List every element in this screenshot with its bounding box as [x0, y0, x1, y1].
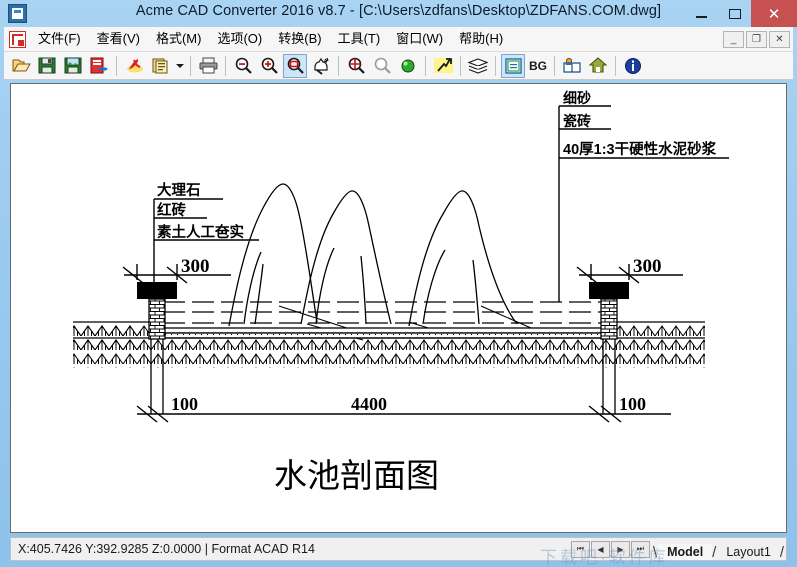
toolbar-separator: [425, 55, 426, 76]
annotation-ceramic-tile: 瓷砖: [563, 113, 591, 129]
minimize-icon: [696, 15, 707, 18]
drawing-canvas[interactable]: 大理石 红砖 素土人工夿实 细砂 瓷砖 40厚1:3干硬性水泥砂浆 300 30…: [10, 83, 787, 533]
about-icon[interactable]: [621, 54, 645, 78]
toolbar-separator: [495, 55, 496, 76]
mdi-close-button[interactable]: ✕: [769, 30, 790, 48]
drawing-title: 水池剖面图: [274, 457, 439, 494]
user-info-icon[interactable]: [560, 54, 584, 78]
menu-convert[interactable]: 转换(B): [270, 28, 329, 50]
toolbar-separator: [338, 55, 339, 76]
zoom-out-icon[interactable]: [231, 54, 255, 78]
quick-run-icon[interactable]: [431, 54, 455, 78]
menu-window[interactable]: 窗口(W): [388, 28, 451, 50]
mdi-restore-button[interactable]: ❐: [746, 30, 767, 48]
maximize-button[interactable]: [718, 0, 751, 27]
tab-model[interactable]: Model: [657, 544, 713, 560]
coordinate-readout: X:405.7426 Y:392.9285 Z:0.0000 | Format …: [18, 542, 315, 556]
close-button[interactable]: ✕: [751, 0, 797, 27]
zoom-previous-icon[interactable]: [370, 54, 394, 78]
annotation-mortar: 40厚1:3干硬性水泥砂浆: [563, 140, 717, 158]
mdi-minimize-button[interactable]: _: [723, 30, 744, 48]
plant-group-1: [228, 183, 318, 327]
window-frame: Acme CAD Converter 2016 v8.7 - [C:\Users…: [0, 0, 797, 567]
acme-cad-icon: [9, 30, 26, 48]
menu-tools[interactable]: 工具(T): [330, 28, 389, 50]
main-toolbar: BG: [4, 52, 793, 80]
zoom-in-icon[interactable]: [257, 54, 281, 78]
dimension-bottom: [136, 405, 671, 423]
window-controls: ✕: [685, 0, 797, 27]
dimension-label-bottom-left: 100: [171, 394, 198, 414]
annotation-marble: 大理石: [157, 181, 201, 199]
save-as-image-icon[interactable]: [61, 54, 85, 78]
dimension-label-bottom-center: 4400: [351, 394, 387, 414]
toolbar-separator: [554, 55, 555, 76]
annotation-compacted-soil: 素土人工夿实: [157, 223, 244, 241]
ground-soil-below: [73, 337, 705, 368]
prev-sheet-button[interactable]: ◀: [590, 540, 610, 558]
batch-convert-icon[interactable]: [87, 54, 111, 78]
zoom-extents-icon[interactable]: [344, 54, 368, 78]
toolbar-separator: [615, 55, 616, 76]
dimension-label-bottom-right: 100: [619, 394, 646, 414]
save-icon[interactable]: [35, 54, 59, 78]
background-color-label[interactable]: BG: [526, 59, 550, 73]
layers-icon[interactable]: [466, 54, 490, 78]
dropdown-caret-icon[interactable]: [173, 54, 186, 78]
menu-view[interactable]: 查看(V): [89, 28, 148, 50]
pool-bottom-slab: [160, 327, 606, 339]
tab-divider: /: [779, 544, 784, 561]
zoom-window-icon[interactable]: [283, 53, 307, 78]
dimension-label-right-300: 300: [633, 256, 662, 277]
menu-file[interactable]: 文件(F): [30, 28, 89, 50]
annotation-fine-sand: 细砂: [563, 90, 591, 106]
maximize-icon: [728, 8, 741, 19]
plant-group-3: [408, 190, 518, 327]
title-bar: Acme CAD Converter 2016 v8.7 - [C:\Users…: [0, 0, 797, 27]
menu-options[interactable]: 选项(O): [209, 28, 270, 50]
page-setup-icon[interactable]: [148, 54, 172, 78]
application-window: Acme CAD Converter 2016 v8.7 - [C:\Users…: [0, 0, 797, 567]
dimension-left-300: [122, 264, 231, 284]
window-title: Acme CAD Converter 2016 v8.7 - [C:\Users…: [135, 3, 662, 19]
dimension-label-left-300: 300: [181, 256, 210, 277]
open-file-icon[interactable]: [9, 54, 33, 78]
mdi-window-controls: _ ❐ ✕: [721, 30, 793, 48]
dimension-right-300: [576, 264, 683, 284]
home-icon[interactable]: [586, 54, 610, 78]
sheet-tab-list: \ Model / Layout1 /: [653, 538, 784, 560]
render-icon[interactable]: [396, 54, 420, 78]
menu-bar: 文件(F) 查看(V) 格式(M) 选项(O) 转换(B) 工具(T) 窗口(W…: [4, 27, 793, 52]
toolbar-separator: [190, 55, 191, 76]
first-sheet-button[interactable]: ⏮: [570, 540, 590, 558]
last-sheet-button[interactable]: ⏭: [630, 540, 650, 558]
minimize-button[interactable]: [685, 0, 718, 27]
annotation-red-brick: 红砖: [157, 201, 186, 219]
menu-format[interactable]: 格式(M): [148, 28, 210, 50]
cad-drawing: 大理石 红砖 素土人工夿实 细砂 瓷砖 40厚1:3干硬性水泥砂浆 300 30…: [73, 90, 729, 494]
tab-layout1[interactable]: Layout1: [716, 544, 779, 560]
status-bar: X:405.7426 Y:392.9285 Z:0.0000 | Format …: [10, 537, 787, 561]
next-sheet-button[interactable]: ▶: [610, 540, 630, 558]
text-window-icon[interactable]: [501, 53, 525, 78]
sheet-navigation: ⏮ ◀ ▶ ⏭ \ Model / Layout1 /: [570, 538, 786, 560]
water-level-lines: [163, 301, 603, 324]
pan-icon[interactable]: [309, 54, 333, 78]
menu-help[interactable]: 帮助(H): [451, 28, 511, 50]
print-icon[interactable]: [196, 54, 220, 78]
toolbar-separator: [116, 55, 117, 76]
toolbar-separator: [460, 55, 461, 76]
export-pdf-icon[interactable]: [122, 54, 146, 78]
toolbar-separator: [225, 55, 226, 76]
